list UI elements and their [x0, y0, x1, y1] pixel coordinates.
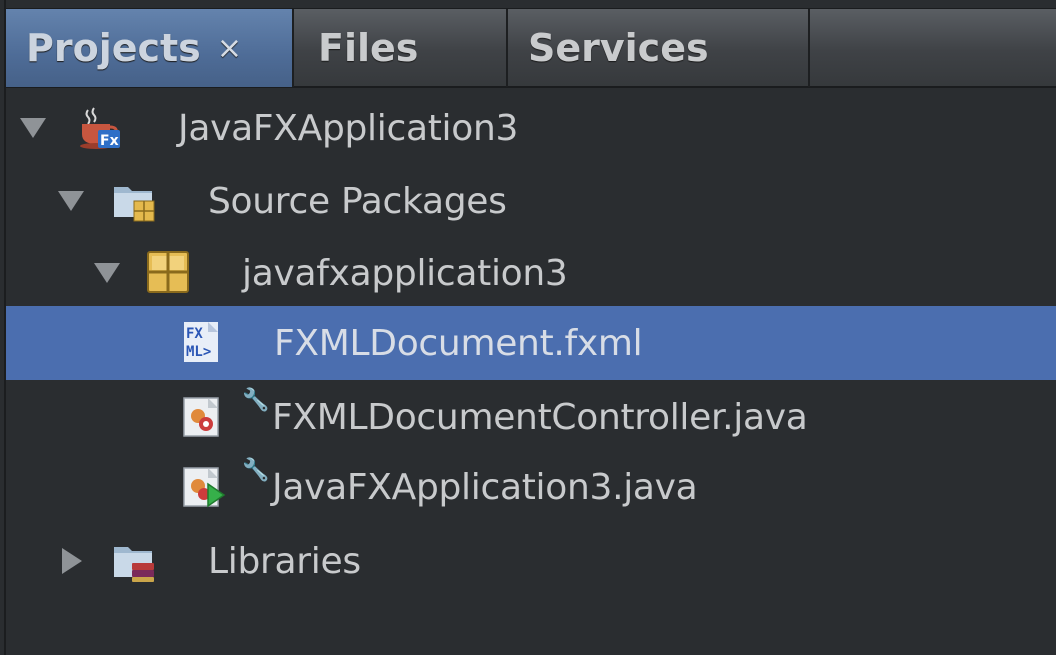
- projects-panel: Projects × Files Services Fx JavaFXAppli…: [4, 0, 1056, 655]
- svg-text:ML>: ML>: [186, 344, 211, 360]
- tree-node-package[interactable]: javafxapplication3: [6, 238, 1056, 308]
- tab-services[interactable]: Services: [508, 9, 810, 87]
- source-packages-icon: [112, 179, 156, 223]
- wrench-icon: 🔧: [242, 388, 270, 413]
- tree-node-label: javafxapplication3: [242, 252, 568, 294]
- wrench-icon: 🔧: [242, 458, 270, 483]
- tree-node-label: JavaFXApplication3: [178, 107, 519, 149]
- expand-toggle[interactable]: [20, 118, 46, 138]
- close-icon[interactable]: ×: [217, 31, 242, 66]
- fxml-file-icon: FX ML>: [182, 320, 226, 364]
- tab-files[interactable]: Files: [294, 9, 508, 87]
- tab-projects-label: Projects: [26, 26, 201, 70]
- tab-strip: Projects × Files Services: [6, 8, 1056, 88]
- tree-node-label: FXMLDocument.fxml: [274, 322, 643, 364]
- svg-text:FX: FX: [186, 326, 203, 342]
- collapse-toggle[interactable]: [62, 548, 82, 574]
- tab-services-label: Services: [528, 26, 709, 70]
- expand-toggle[interactable]: [58, 191, 84, 211]
- tree-node-project[interactable]: Fx JavaFXApplication3: [6, 93, 1056, 163]
- tree-node-label: Source Packages: [208, 180, 507, 222]
- tree-node-label: Libraries: [208, 540, 361, 582]
- expand-toggle[interactable]: [94, 263, 120, 283]
- package-icon: [146, 250, 190, 294]
- tree-node-libraries[interactable]: Libraries: [6, 526, 1056, 596]
- tree-node-label: JavaFXApplication3.java: [272, 466, 698, 508]
- tree-node-label: FXMLDocumentController.java: [272, 396, 808, 438]
- java-class-icon: [182, 394, 226, 438]
- javafx-project-icon: Fx: [78, 106, 122, 150]
- tree-node-fxml-file[interactable]: FX ML> FXMLDocument.fxml: [6, 306, 1056, 380]
- tree-node-source-packages[interactable]: Source Packages: [6, 166, 1056, 236]
- libraries-icon: [112, 539, 156, 583]
- tree-node-main-file[interactable]: 🔧 JavaFXApplication3.java: [6, 452, 1056, 522]
- tab-projects[interactable]: Projects ×: [6, 9, 294, 87]
- tree-node-controller-file[interactable]: 🔧 FXMLDocumentController.java: [6, 382, 1056, 452]
- tab-files-label: Files: [318, 26, 419, 70]
- svg-text:Fx: Fx: [100, 133, 119, 149]
- java-main-class-icon: [182, 464, 226, 508]
